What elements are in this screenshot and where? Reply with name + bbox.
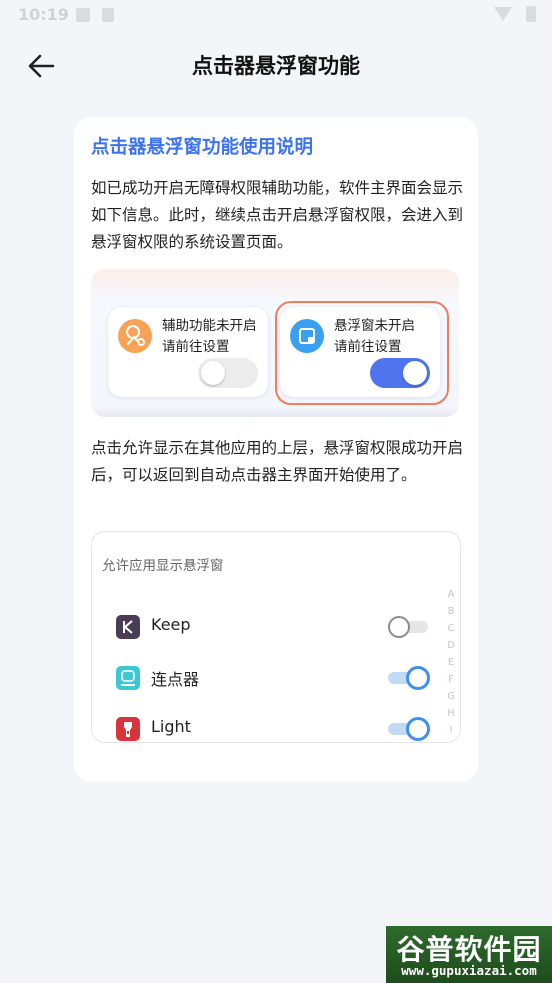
light-overlay-switch[interactable] [388,717,430,741]
index-letter[interactable]: H [446,705,456,722]
watermark-brand: 谷普软件园 [396,933,542,966]
index-letter[interactable]: F [446,671,456,688]
keep-app-icon [116,615,140,639]
top-app-bar: 点击器悬浮窗功能 [0,32,552,96]
overlay-permission-panel: 允许应用显示悬浮窗 Keep 连点器 Light A B C D E F G H… [91,531,461,743]
app-name: 连点器 [151,670,200,689]
instruction-paragraph-2: 点击允许显示在其他应用的上层，悬浮窗权限成功开启后，可以返回到自动点击器主界面开… [91,439,464,484]
light-app-icon [116,717,140,741]
index-letter[interactable]: D [446,637,456,654]
app-name: Light [151,717,191,736]
download-notification-icon [102,8,114,22]
watermark: 谷普软件园 www.gupuxiazai.com [386,926,552,983]
status-bar: 10:19 [0,0,552,32]
instruction-paragraph-1: 如已成功开启无障碍权限辅助功能，软件主界面会显示如下信息。此时，继续点击开启悬浮… [91,179,464,251]
watermark-url: www.gupuxiazai.com [401,963,537,978]
accessibility-tile: 辅助功能未开启 请前往设置 [108,307,268,397]
wifi-icon [494,7,512,21]
app-row-keep[interactable]: Keep [116,612,436,642]
alphabet-index[interactable]: A B C D E F G H I [446,586,456,739]
app-name: Keep [151,615,191,634]
clicker-overlay-switch[interactable] [388,666,430,690]
accessibility-goto-label: 请前往设置 [162,339,230,355]
clicker-app-icon [116,666,140,690]
app-row-clicker[interactable]: 连点器 [116,663,436,693]
battery-icon [526,6,536,22]
card-title: 点击器悬浮窗功能使用说明 [91,137,314,158]
app-row-light[interactable]: Light [116,714,436,744]
index-letter[interactable]: G [446,688,456,705]
permission-illustration: 辅助功能未开启 请前往设置 悬浮窗未开启 请前往设置 [91,269,459,417]
accessibility-status-label: 辅助功能未开启 [162,318,257,334]
index-letter[interactable]: A [446,586,456,603]
index-letter[interactable]: E [446,654,456,671]
page-title: 点击器悬浮窗功能 [192,54,360,78]
index-letter[interactable]: B [446,603,456,620]
index-letter[interactable]: I [446,722,456,739]
panel-title: 允许应用显示悬浮窗 [102,558,224,574]
index-letter[interactable]: C [446,620,456,637]
settings-notification-icon [76,8,90,22]
highlight-frame [275,301,449,405]
accessibility-icon [118,319,152,353]
accessibility-toggle[interactable] [198,358,258,388]
instructions-card: 点击器悬浮窗功能使用说明 如已成功开启无障碍权限辅助功能，软件主界面会显示如下信… [74,117,478,782]
status-time: 10:19 [18,5,69,24]
keep-overlay-switch[interactable] [388,616,428,638]
